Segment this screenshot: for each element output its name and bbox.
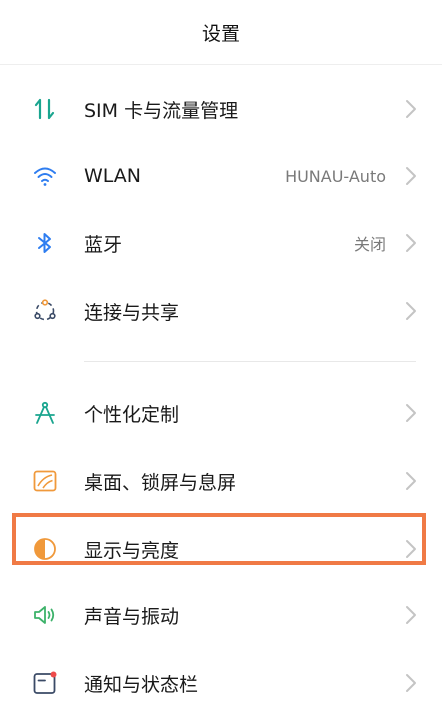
settings-item-label: 通知与状态栏 xyxy=(84,673,199,696)
section-divider xyxy=(84,361,416,362)
personalization-icon xyxy=(30,398,60,428)
chevron-right-icon xyxy=(406,100,416,118)
bluetooth-icon xyxy=(30,228,60,258)
settings-item-sim[interactable]: SIM 卡与流量管理 xyxy=(0,79,442,139)
settings-item-wlan[interactable]: WLAN HUNAU-Auto xyxy=(0,146,442,206)
wlan-status-value: HUNAU-Auto xyxy=(285,166,386,186)
settings-item-label: 声音与振动 xyxy=(84,605,180,628)
top-bar: 设置 xyxy=(0,0,442,65)
settings-item-label: 蓝牙 xyxy=(84,233,123,256)
notification-icon xyxy=(30,668,60,698)
bluetooth-status-value: 关闭 xyxy=(353,235,386,254)
settings-item-bluetooth[interactable]: 蓝牙 关闭 xyxy=(0,213,442,273)
settings-item-label: WLAN xyxy=(84,165,142,187)
wifi-icon xyxy=(30,161,60,191)
chevron-right-icon xyxy=(406,404,416,422)
settings-item-personalization[interactable]: 个性化定制 xyxy=(0,383,442,443)
sim-data-icon xyxy=(30,94,60,124)
sound-icon xyxy=(30,600,60,630)
settings-item-label: SIM 卡与流量管理 xyxy=(84,99,239,122)
settings-item-notifications[interactable]: 通知与状态栏 xyxy=(0,653,442,713)
chevron-right-icon xyxy=(406,234,416,252)
connection-share-icon xyxy=(30,296,60,326)
chevron-right-icon xyxy=(406,472,416,490)
settings-item-label: 个性化定制 xyxy=(84,403,180,426)
settings-item-sound[interactable]: 声音与振动 xyxy=(0,585,442,645)
settings-item-connection-share[interactable]: 连接与共享 xyxy=(0,281,442,341)
settings-item-label: 桌面、锁屏与息屏 xyxy=(84,471,237,494)
settings-item-wallpaper[interactable]: 桌面、锁屏与息屏 xyxy=(0,451,442,511)
page-title: 设置 xyxy=(201,22,240,45)
wallpaper-icon xyxy=(30,466,60,496)
chevron-right-icon xyxy=(406,302,416,320)
chevron-right-icon xyxy=(406,167,416,185)
highlight-box xyxy=(12,513,426,565)
chevron-right-icon xyxy=(406,606,416,624)
chevron-right-icon xyxy=(406,674,416,692)
settings-item-label: 连接与共享 xyxy=(84,301,180,324)
